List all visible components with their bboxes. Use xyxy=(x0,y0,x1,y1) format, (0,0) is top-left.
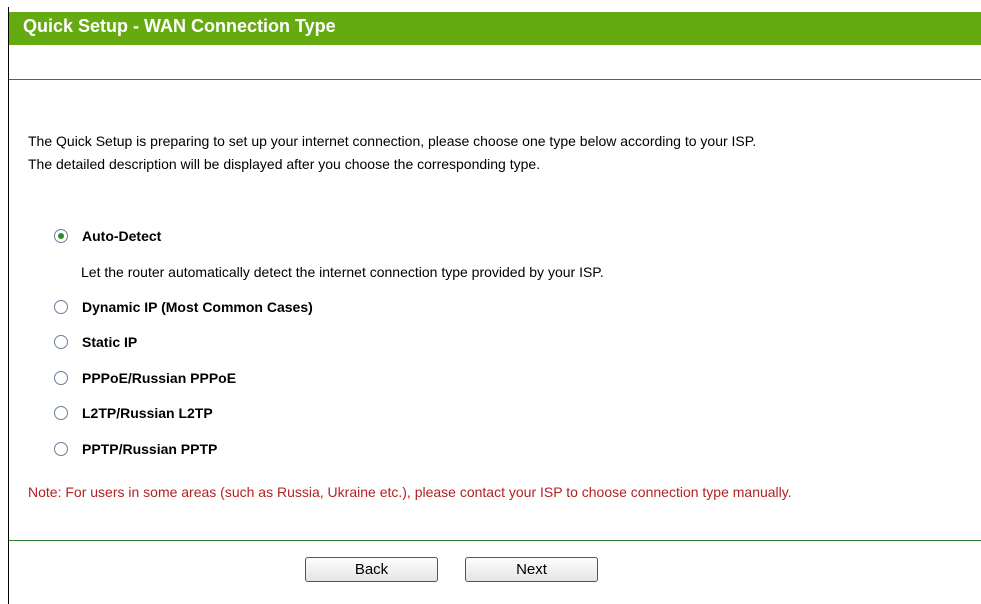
note-text: Note: For users in some areas (such as R… xyxy=(28,484,792,500)
intro-line-1: The Quick Setup is preparing to set up y… xyxy=(28,133,757,149)
next-button[interactable]: Next xyxy=(465,557,598,582)
option-pptp[interactable]: PPTP/Russian PPTP xyxy=(54,438,217,460)
option-auto-detect[interactable]: Auto-Detect xyxy=(54,225,161,247)
radio-checked-icon[interactable] xyxy=(54,229,68,243)
option-pppoe[interactable]: PPPoE/Russian PPPoE xyxy=(54,367,236,389)
back-button[interactable]: Back xyxy=(305,557,438,582)
option-label: PPTP/Russian PPTP xyxy=(82,441,218,457)
option-dynamic-ip[interactable]: Dynamic IP (Most Common Cases) xyxy=(54,296,313,318)
option-label: L2TP/Russian L2TP xyxy=(82,405,213,421)
radio-icon[interactable] xyxy=(54,300,68,314)
top-divider xyxy=(9,79,981,80)
option-static-ip[interactable]: Static IP xyxy=(54,331,137,353)
option-l2tp[interactable]: L2TP/Russian L2TP xyxy=(54,402,213,424)
radio-icon[interactable] xyxy=(54,335,68,349)
option-label: Static IP xyxy=(82,334,138,350)
title-bar: Quick Setup - WAN Connection Type xyxy=(9,12,981,45)
radio-icon[interactable] xyxy=(54,371,68,385)
option-label: PPPoE/Russian PPPoE xyxy=(82,370,237,386)
option-label: Dynamic IP (Most Common Cases) xyxy=(82,299,313,315)
bottom-divider xyxy=(9,540,981,541)
radio-icon[interactable] xyxy=(54,442,68,456)
page-title: Quick Setup - WAN Connection Type xyxy=(23,16,336,36)
radio-icon[interactable] xyxy=(54,406,68,420)
intro-line-2: The detailed description will be display… xyxy=(28,156,541,172)
auto-detect-description: Let the router automatically detect the … xyxy=(81,264,604,280)
option-label: Auto-Detect xyxy=(82,228,162,244)
